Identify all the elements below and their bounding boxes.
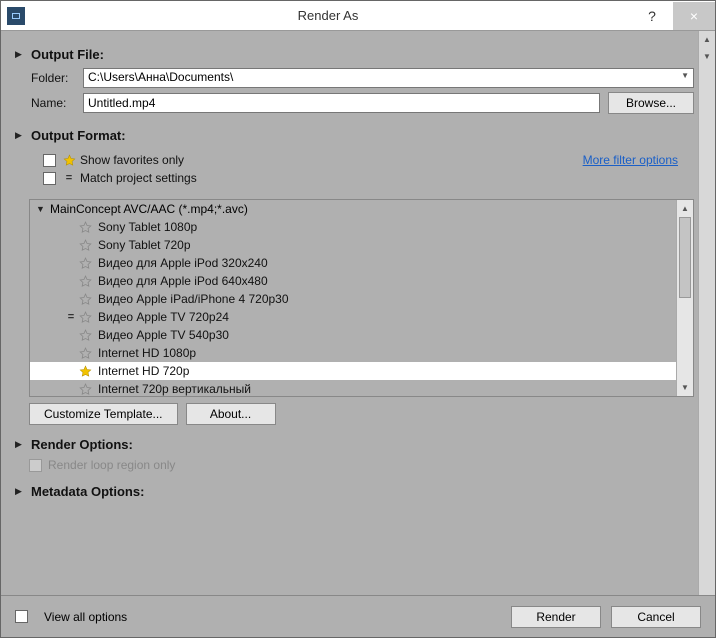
format-name: Internet 720р вертикальный (98, 382, 251, 396)
equals-icon: = (64, 311, 78, 323)
format-name: Internet HD 1080p (98, 346, 196, 360)
chevron-down-icon: ▼ (681, 71, 689, 80)
format-group-header[interactable]: ▼ MainConcept AVC/AAC (*.mp4;*.avc) (30, 200, 676, 218)
format-item[interactable]: = Видео Apple TV 720p24 (30, 308, 676, 326)
chevron-right-icon: ▶ (15, 439, 31, 450)
output-file-header[interactable]: ▶ Output File: (15, 47, 694, 62)
app-icon (7, 7, 25, 25)
cancel-button[interactable]: Cancel (611, 606, 701, 628)
equals-icon: = (62, 171, 76, 185)
output-format-header[interactable]: ▶ Output Format: (15, 128, 694, 143)
render-options-title: Render Options: (31, 437, 133, 452)
format-name: Видео для Apple iPod 320x240 (98, 256, 268, 270)
chevron-down-icon: ▼ (36, 204, 50, 214)
scroll-down-icon[interactable]: ▼ (677, 379, 693, 396)
format-item[interactable]: Видео для Apple iPod 640x480 (30, 272, 676, 290)
star-outline-icon[interactable] (78, 238, 92, 252)
star-outline-icon[interactable] (78, 292, 92, 306)
chevron-right-icon: ▶ (15, 49, 31, 60)
render-loop-label: Render loop region only (48, 458, 175, 472)
render-options-header[interactable]: ▶ Render Options: (15, 437, 694, 452)
format-name: Видео для Apple iPod 640x480 (98, 274, 268, 288)
view-all-checkbox[interactable] (15, 610, 28, 623)
dialog-body: ▶ Output File: Folder: C:\Users\Анна\Doc… (1, 31, 715, 595)
name-input[interactable] (83, 93, 600, 113)
close-button[interactable]: × (673, 2, 715, 30)
star-outline-icon[interactable] (78, 382, 92, 396)
render-as-dialog: Render As ? × ▶ Output File: Folder: C:\… (0, 0, 716, 638)
star-filled-icon[interactable] (78, 364, 92, 378)
format-group-name: MainConcept AVC/AAC (*.mp4;*.avc) (50, 202, 248, 216)
customize-template-button[interactable]: Customize Template... (29, 403, 178, 425)
format-item[interactable]: Видео Apple TV 540p30 (30, 326, 676, 344)
format-name: Sony Tablet 720p (98, 238, 191, 252)
name-label: Name: (31, 96, 83, 110)
format-item[interactable]: Internet HD 720p (30, 362, 676, 380)
help-button[interactable]: ? (631, 2, 673, 30)
format-item[interactable]: Internet 720р вертикальный (30, 380, 676, 396)
scroll-thumb[interactable] (679, 217, 691, 298)
folder-label: Folder: (31, 71, 83, 85)
render-button[interactable]: Render (511, 606, 601, 628)
format-item[interactable]: Internet HD 1080p (30, 344, 676, 362)
format-name: Sony Tablet 1080p (98, 220, 197, 234)
format-list-scrollbar[interactable]: ▲ ▼ (676, 200, 693, 396)
output-format-title: Output Format: (31, 128, 126, 143)
more-filter-link[interactable]: More filter options (583, 153, 678, 167)
scroll-up-icon[interactable]: ▲ (677, 200, 693, 217)
show-favorites-label: Show favorites only (80, 153, 184, 167)
match-project-label: Match project settings (80, 171, 197, 185)
star-outline-icon[interactable] (78, 274, 92, 288)
chevron-right-icon: ▶ (15, 486, 31, 497)
chevron-right-icon: ▶ (15, 130, 31, 141)
format-item[interactable]: Sony Tablet 1080p (30, 218, 676, 236)
content-area: ▶ Output File: Folder: C:\Users\Анна\Doc… (1, 31, 698, 595)
browse-button[interactable]: Browse... (608, 92, 694, 114)
scroll-down-icon[interactable]: ▼ (699, 48, 715, 65)
format-list-box: ▼ MainConcept AVC/AAC (*.mp4;*.avc) Sony… (29, 199, 694, 397)
format-item[interactable]: Видео для Apple iPod 320x240 (30, 254, 676, 272)
metadata-options-title: Metadata Options: (31, 484, 144, 499)
footer: View all options Render Cancel (1, 595, 715, 637)
about-button[interactable]: About... (186, 403, 276, 425)
star-filled-icon (62, 153, 76, 167)
star-outline-icon[interactable] (78, 328, 92, 342)
folder-combo[interactable]: C:\Users\Анна\Documents\ ▼ (83, 68, 694, 88)
format-name: Видео Apple TV 720p24 (98, 310, 229, 324)
format-name: Видео Apple TV 540p30 (98, 328, 229, 342)
format-name: Internet HD 720p (98, 364, 189, 378)
format-name: Видео Apple iPad/iPhone 4 720p30 (98, 292, 289, 306)
folder-value: C:\Users\Анна\Documents\ (88, 70, 233, 84)
format-item[interactable]: Видео Apple iPad/iPhone 4 720p30 (30, 290, 676, 308)
star-outline-icon[interactable] (78, 346, 92, 360)
star-outline-icon[interactable] (78, 220, 92, 234)
show-favorites-checkbox[interactable] (43, 154, 56, 167)
output-file-title: Output File: (31, 47, 104, 62)
main-scrollbar[interactable]: ▲ ▼ (698, 31, 715, 595)
star-outline-icon[interactable] (78, 256, 92, 270)
view-all-label: View all options (44, 610, 127, 624)
window-title: Render As (25, 8, 631, 23)
metadata-options-header[interactable]: ▶ Metadata Options: (15, 484, 694, 499)
format-item[interactable]: Sony Tablet 720p (30, 236, 676, 254)
titlebar: Render As ? × (1, 1, 715, 31)
scroll-up-icon[interactable]: ▲ (699, 31, 715, 48)
render-loop-checkbox (29, 459, 42, 472)
format-list[interactable]: ▼ MainConcept AVC/AAC (*.mp4;*.avc) Sony… (30, 200, 676, 396)
match-project-checkbox[interactable] (43, 172, 56, 185)
star-outline-icon[interactable] (78, 310, 92, 324)
